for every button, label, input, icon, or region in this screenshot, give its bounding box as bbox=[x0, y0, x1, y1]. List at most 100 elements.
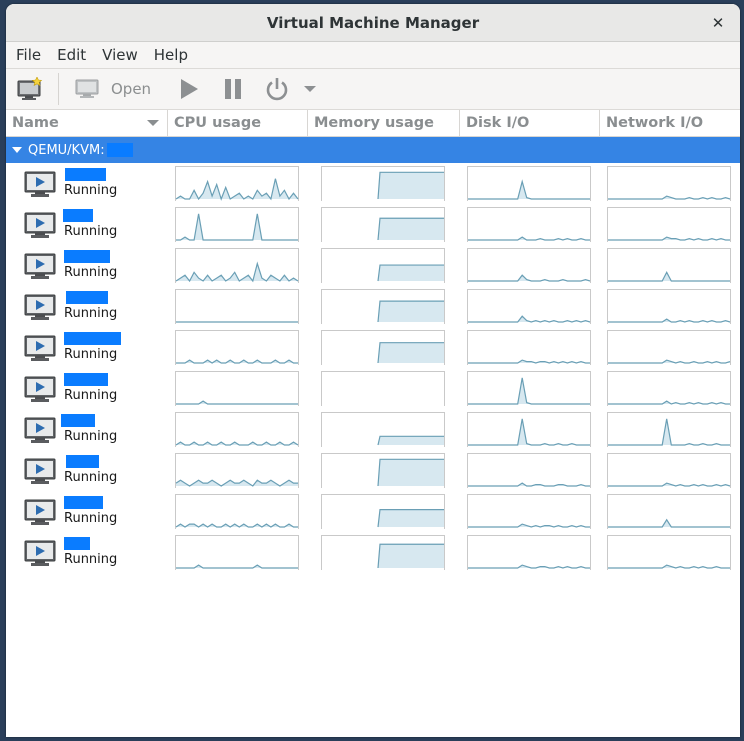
disk-io-graph bbox=[467, 494, 591, 529]
close-icon[interactable]: ✕ bbox=[708, 13, 728, 33]
pause-icon bbox=[225, 79, 242, 99]
redacted-vm-name bbox=[66, 455, 99, 468]
connection-row[interactable]: QEMU/KVM: bbox=[6, 137, 740, 163]
cpu-usage-graph bbox=[175, 371, 299, 406]
disk-io-graph bbox=[467, 166, 591, 201]
column-disk-io[interactable]: Disk I/O bbox=[460, 110, 600, 136]
running-vm-icon bbox=[24, 212, 56, 238]
disk-io-graph bbox=[467, 453, 591, 488]
cpu-usage-graph bbox=[175, 330, 299, 365]
running-vm-icon bbox=[24, 417, 56, 443]
window-title: Virtual Machine Manager bbox=[266, 13, 480, 32]
column-name[interactable]: Name bbox=[6, 110, 168, 136]
run-button[interactable] bbox=[167, 73, 211, 105]
column-memory-usage[interactable]: Memory usage bbox=[308, 110, 460, 136]
disk-io-graph bbox=[467, 248, 591, 283]
vm-status: Running bbox=[64, 183, 118, 198]
memory-usage-graph bbox=[321, 289, 445, 324]
toolbar-separator bbox=[58, 73, 59, 105]
redacted-vm-name bbox=[61, 414, 95, 427]
memory-usage-graph bbox=[321, 494, 445, 529]
cpu-usage-graph bbox=[175, 494, 299, 529]
vm-row[interactable]: Running bbox=[6, 368, 740, 409]
connection-label: QEMU/KVM: bbox=[28, 142, 105, 158]
vm-row[interactable]: Running bbox=[6, 204, 740, 245]
vm-row[interactable]: Running bbox=[6, 245, 740, 286]
running-vm-icon bbox=[24, 458, 56, 484]
title-bar: Virtual Machine Manager ✕ bbox=[6, 4, 740, 42]
open-label: Open bbox=[111, 80, 152, 98]
disk-io-graph bbox=[467, 371, 591, 406]
disk-io-graph bbox=[467, 330, 591, 365]
cpu-usage-graph bbox=[175, 207, 299, 242]
shutdown-menu-button[interactable] bbox=[299, 73, 321, 105]
running-vm-icon bbox=[24, 335, 56, 361]
vm-row[interactable]: Running bbox=[6, 450, 740, 491]
menu-file[interactable]: File bbox=[8, 46, 49, 64]
network-io-graph bbox=[607, 289, 731, 324]
toolbar: Open bbox=[6, 69, 740, 110]
column-network-io[interactable]: Network I/O bbox=[600, 110, 740, 136]
network-io-graph bbox=[607, 166, 731, 201]
redacted-vm-name bbox=[64, 250, 110, 263]
vm-row[interactable]: Running bbox=[6, 286, 740, 327]
vm-status: Running bbox=[64, 470, 118, 485]
vm-row[interactable]: Running bbox=[6, 327, 740, 368]
monitor-icon bbox=[75, 79, 99, 98]
play-icon bbox=[181, 79, 199, 99]
power-icon bbox=[266, 78, 288, 101]
network-io-graph bbox=[607, 207, 731, 242]
cpu-usage-graph bbox=[175, 412, 299, 447]
column-header: Name CPU usage Memory usage Disk I/O Net… bbox=[6, 110, 740, 137]
memory-usage-graph bbox=[321, 166, 445, 201]
running-vm-icon bbox=[24, 540, 56, 566]
app-window: Virtual Machine Manager ✕ File Edit View… bbox=[6, 4, 740, 737]
new-vm-icon bbox=[17, 77, 43, 100]
network-io-graph bbox=[607, 412, 731, 447]
new-vm-button[interactable] bbox=[12, 73, 48, 105]
network-io-graph bbox=[607, 248, 731, 283]
pause-button[interactable] bbox=[211, 73, 255, 105]
redacted-vm-name bbox=[65, 168, 106, 181]
redacted-vm-name bbox=[64, 332, 121, 345]
redacted-vm-name bbox=[64, 373, 108, 386]
redacted-vm-name bbox=[66, 291, 108, 304]
redacted-vm-name bbox=[63, 209, 93, 222]
running-vm-icon bbox=[24, 253, 56, 279]
vm-row[interactable]: Running bbox=[6, 163, 740, 204]
open-button[interactable]: Open bbox=[67, 73, 159, 105]
vm-row[interactable]: Running bbox=[6, 491, 740, 532]
vm-row[interactable]: Running bbox=[6, 409, 740, 450]
menu-edit[interactable]: Edit bbox=[49, 46, 94, 64]
vm-status: Running bbox=[64, 511, 118, 526]
vm-status: Running bbox=[64, 224, 118, 239]
memory-usage-graph bbox=[321, 207, 445, 242]
memory-usage-graph bbox=[321, 412, 445, 447]
vm-row[interactable]: Running bbox=[6, 532, 740, 573]
expander-down-icon[interactable] bbox=[12, 146, 22, 154]
network-io-graph bbox=[607, 453, 731, 488]
network-io-graph bbox=[607, 371, 731, 406]
memory-usage-graph bbox=[321, 330, 445, 365]
cpu-usage-graph bbox=[175, 535, 299, 570]
running-vm-icon bbox=[24, 171, 56, 197]
cpu-usage-graph bbox=[175, 453, 299, 488]
vm-status: Running bbox=[64, 429, 118, 444]
disk-io-graph bbox=[467, 207, 591, 242]
redacted-vm-name bbox=[64, 537, 90, 550]
menu-bar: File Edit View Help bbox=[6, 42, 740, 69]
vm-status: Running bbox=[64, 347, 118, 362]
vm-status: Running bbox=[64, 265, 118, 280]
running-vm-icon bbox=[24, 376, 56, 402]
redacted-hostname bbox=[106, 143, 133, 157]
memory-usage-graph bbox=[321, 248, 445, 283]
cpu-usage-graph bbox=[175, 166, 299, 201]
vm-status: Running bbox=[64, 388, 118, 403]
menu-view[interactable]: View bbox=[94, 46, 146, 64]
disk-io-graph bbox=[467, 289, 591, 324]
menu-help[interactable]: Help bbox=[146, 46, 196, 64]
chevron-down-icon bbox=[304, 86, 317, 92]
shutdown-button[interactable] bbox=[255, 73, 299, 105]
column-cpu-usage[interactable]: CPU usage bbox=[168, 110, 308, 136]
sort-descending-icon bbox=[147, 120, 159, 126]
